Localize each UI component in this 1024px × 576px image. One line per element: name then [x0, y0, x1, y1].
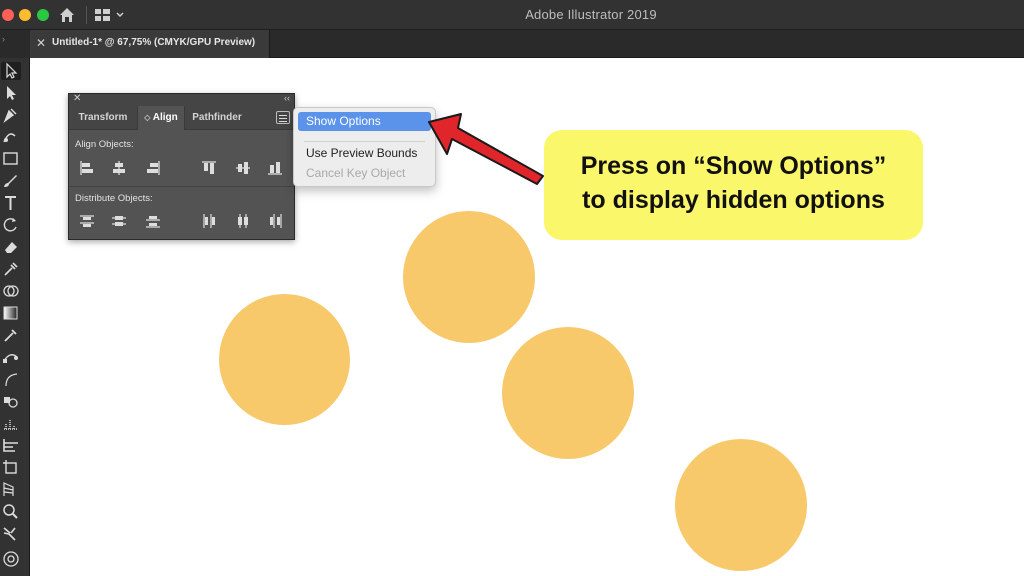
type-tool-icon[interactable]: [1, 194, 21, 212]
align-panel: ✕ ‹‹ Transform ◇ Align Pathfinder Align …: [68, 93, 295, 240]
callout-line-2: to display hidden options: [582, 186, 885, 214]
red-arrow-icon: [428, 113, 544, 185]
hand-tool-icon[interactable]: [1, 524, 21, 542]
toolbar-collapse[interactable]: ›: [0, 30, 30, 58]
tab-align-label: Align: [152, 112, 178, 123]
distribute-objects-label: Distribute Objects:: [75, 193, 153, 204]
panel-header: ✕ ‹‹: [69, 93, 294, 106]
direct-selection-tool-icon[interactable]: [1, 84, 21, 102]
menu-item-use-preview-bounds[interactable]: Use Preview Bounds: [298, 144, 431, 163]
perspective-grid-tool-icon[interactable]: [1, 480, 21, 498]
orange-circle-1[interactable]: [219, 294, 350, 425]
menu-item-cancel-key-object: Cancel Key Object: [306, 166, 406, 180]
panel-close-icon[interactable]: ✕: [73, 93, 81, 104]
slice-tool-icon[interactable]: [1, 458, 21, 476]
panel-collapse-icon[interactable]: ‹‹: [284, 93, 290, 103]
shape-builder-tool-icon[interactable]: [1, 282, 21, 300]
align-vertical-center-icon[interactable]: [235, 160, 251, 176]
panel-divider: [69, 186, 294, 187]
distribute-left-icon[interactable]: [201, 213, 217, 229]
title-bar: Adobe Illustrator 2019: [0, 0, 1024, 30]
distribute-vertical-center-icon[interactable]: [111, 213, 127, 229]
eyedropper-tool-2-icon[interactable]: [1, 326, 21, 344]
panel-tabs: Transform ◇ Align Pathfinder: [69, 106, 294, 130]
rotate-tool-icon[interactable]: [1, 216, 21, 234]
distribute-top-icon[interactable]: [79, 213, 95, 229]
panel-menu-icon[interactable]: [276, 111, 290, 124]
close-tab-icon[interactable]: ✕: [36, 36, 46, 50]
distribute-bottom-icon[interactable]: [145, 213, 161, 229]
tools-panel: [0, 58, 30, 576]
curvature-tool-icon[interactable]: [1, 128, 21, 146]
drawing-modes-icon[interactable]: [1, 550, 21, 568]
zoom-tool-icon[interactable]: [1, 502, 21, 520]
tab-align-toggle-icon: ◇: [144, 113, 151, 122]
orange-circle-4[interactable]: [675, 439, 807, 571]
tab-pathfinder[interactable]: Pathfinder: [185, 106, 249, 130]
document-tab-label: Untitled-1* @ 67,75% (CMYK/GPU Preview): [52, 37, 256, 48]
align-horizontal-center-icon[interactable]: [111, 160, 127, 176]
rectangle-tool-icon[interactable]: [1, 150, 21, 168]
instruction-callout: Press on “Show Options” to display hidde…: [544, 130, 923, 240]
distribute-horizontal-center-icon[interactable]: [235, 213, 251, 229]
blend-tool-icon[interactable]: [1, 348, 21, 366]
eraser-tool-icon[interactable]: [1, 238, 21, 256]
distribute-right-icon[interactable]: [267, 213, 283, 229]
column-graph-tool-icon[interactable]: [1, 414, 21, 432]
align-bottom-icon[interactable]: [267, 160, 283, 176]
menu-separator: [304, 141, 425, 142]
pen-tool-icon[interactable]: [1, 106, 21, 124]
align-top-icon[interactable]: [201, 160, 217, 176]
orange-circle-3[interactable]: [502, 327, 634, 459]
eyedropper-tool-icon[interactable]: [1, 260, 21, 278]
panel-flyout-menu: Show Options Use Preview Bounds Cancel K…: [293, 107, 436, 187]
expand-toolbar-icon[interactable]: ›: [2, 34, 5, 44]
document-tab-bar: ✕ Untitled-1* @ 67,75% (CMYK/GPU Preview…: [0, 30, 1024, 58]
artboard-tool-icon[interactable]: [1, 436, 21, 454]
document-tab[interactable]: ✕ Untitled-1* @ 67,75% (CMYK/GPU Preview…: [30, 30, 270, 58]
align-right-icon[interactable]: [145, 160, 161, 176]
app-title: Adobe Illustrator 2019: [525, 7, 657, 22]
gradient-tool-icon[interactable]: [1, 304, 21, 322]
orange-circle-2[interactable]: [403, 211, 535, 343]
tab-transform[interactable]: Transform: [69, 106, 137, 130]
curve-tool-icon[interactable]: [1, 370, 21, 388]
align-objects-label: Align Objects:: [75, 139, 134, 150]
symbol-sprayer-tool-icon[interactable]: [1, 392, 21, 410]
menu-item-show-options[interactable]: Show Options: [298, 112, 431, 131]
selection-tool-icon[interactable]: [1, 62, 21, 80]
align-left-icon[interactable]: [79, 160, 95, 176]
callout-line-1: Press on “Show Options”: [580, 152, 887, 180]
paintbrush-tool-icon[interactable]: [1, 172, 21, 190]
tab-align[interactable]: ◇ Align: [137, 106, 185, 130]
